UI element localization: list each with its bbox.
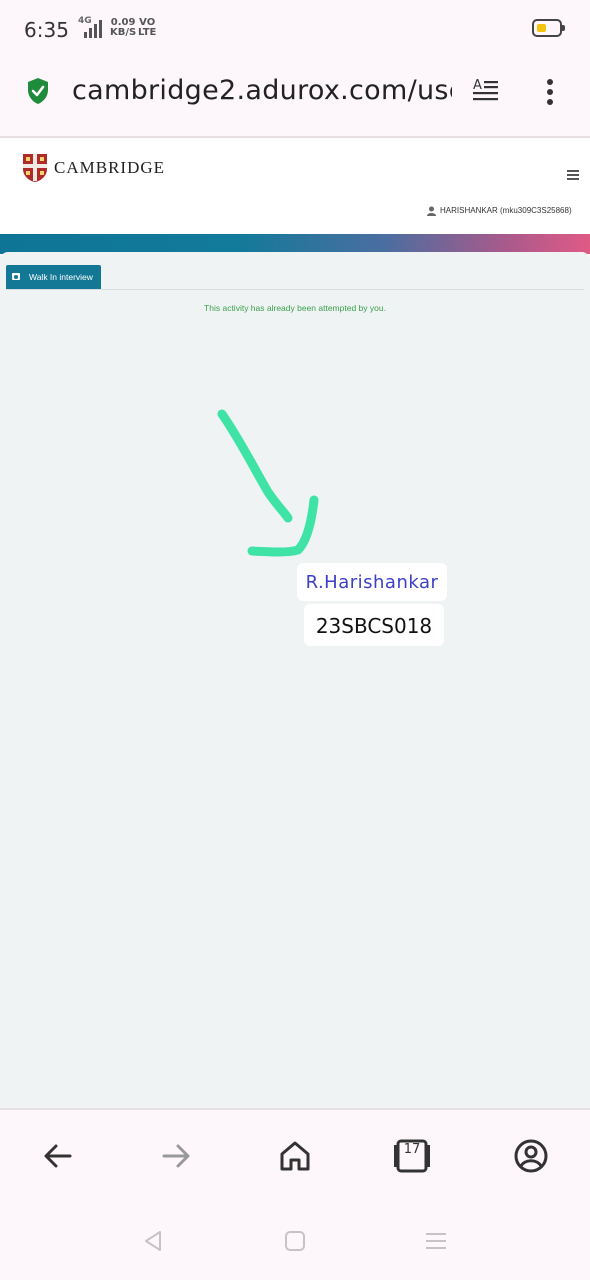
- brand-name: CAMBRIDGE: [54, 158, 166, 177]
- site-header: CAMBRIDGE HARISHANKAR (mku309C3S25868): [0, 138, 590, 234]
- tab-walk-in-interview[interactable]: Walk In interview: [6, 265, 101, 289]
- user-icon: [427, 206, 436, 216]
- tabs-icon[interactable]: 17: [392, 1136, 432, 1176]
- back-icon[interactable]: [38, 1136, 78, 1176]
- camera-icon: [12, 273, 20, 280]
- system-home-icon[interactable]: [282, 1228, 308, 1254]
- reader-mode-icon[interactable]: A: [470, 76, 502, 106]
- more-vert-icon[interactable]: [540, 76, 560, 108]
- attempted-notice: This activity has already been attempted…: [204, 303, 386, 313]
- signal-icon: 4G: [78, 16, 106, 38]
- system-back-icon[interactable]: [140, 1228, 166, 1254]
- account-icon[interactable]: [511, 1136, 551, 1176]
- id-label-box: 23SBCS018: [304, 604, 444, 646]
- name-label-box: R.Harishankar: [297, 563, 447, 601]
- user-label[interactable]: HARISHANKAR (mku309C3S25868): [440, 206, 572, 215]
- status-bar: 6:35 4G 0.09 KB/S VO LTE: [0, 0, 590, 58]
- header-gradient-bar: [0, 234, 590, 254]
- browser-bottom-bar: [0, 1108, 590, 1280]
- secure-shield-icon[interactable]: [26, 77, 50, 105]
- battery-icon: [532, 19, 565, 37]
- status-time: 6:35: [24, 18, 69, 42]
- volte-bottom: LTE: [138, 27, 157, 38]
- hand-drawn-arrow: [217, 409, 319, 557]
- hamburger-menu-icon[interactable]: [567, 170, 579, 180]
- tab-count: 17: [403, 1142, 421, 1157]
- divider: [0, 1108, 590, 1110]
- annotated-name: R.Harishankar: [305, 572, 439, 593]
- tab-divider: [6, 289, 584, 290]
- browser-address-bar: cambridge2.adurox.com/user A: [0, 58, 590, 138]
- annotated-id: 23SBCS018: [315, 614, 433, 638]
- svg-text:A: A: [473, 78, 482, 93]
- speed-unit: KB/S: [110, 27, 137, 38]
- system-recents-icon[interactable]: [423, 1228, 449, 1254]
- home-icon[interactable]: [275, 1136, 315, 1176]
- volte-indicator: VO LTE: [138, 18, 156, 38]
- main-content: [0, 252, 590, 1108]
- network-speed: 0.09 KB/S: [110, 18, 136, 38]
- tab-label: Walk In interview: [29, 272, 93, 282]
- forward-icon[interactable]: [156, 1136, 196, 1176]
- cambridge-crest-icon: [23, 154, 47, 182]
- url-field[interactable]: cambridge2.adurox.com/user: [72, 75, 452, 106]
